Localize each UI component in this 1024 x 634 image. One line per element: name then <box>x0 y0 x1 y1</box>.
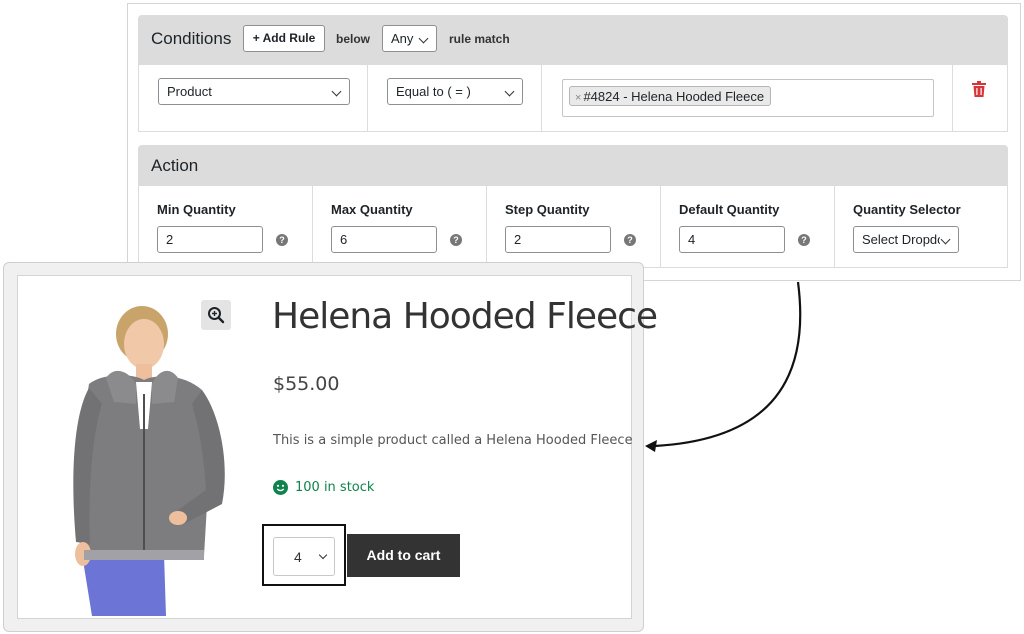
rule-match-label: rule match <box>449 32 510 46</box>
zoom-icon <box>208 307 225 324</box>
condition-operator-cell: Equal to ( = ) <box>368 65 542 131</box>
add-to-cart-button[interactable]: Add to cart <box>347 534 460 577</box>
stock-status: 100 in stock <box>295 480 375 495</box>
quantity-selector-select[interactable]: Select Dropdown <box>853 226 959 253</box>
action-title: Action <box>151 156 199 175</box>
condition-field-select[interactable]: Product <box>158 78 350 105</box>
default-quantity-field: Default Quantity 4 ? <box>661 186 835 267</box>
help-icon[interactable]: ? <box>624 234 636 246</box>
help-icon[interactable]: ? <box>798 234 810 246</box>
product-title: Helena Hooded Fleece <box>272 296 658 337</box>
condition-field-cell: Product <box>139 65 368 131</box>
quantity-dropdown[interactable]: 4 <box>273 537 335 576</box>
quantity-selector-value: Select Dropdown <box>862 232 940 247</box>
chevron-down-icon <box>418 33 429 44</box>
below-label: below <box>336 32 371 46</box>
max-quantity-field: Max Quantity 6 ? <box>313 186 487 267</box>
chevron-down-icon <box>504 86 515 97</box>
smiley-icon <box>273 480 288 495</box>
help-icon[interactable]: ? <box>276 234 288 246</box>
product-image[interactable] <box>44 304 230 616</box>
action-fields-row: Min Quantity 2 ? Max Quantity 6 ? Step Q… <box>138 186 1008 268</box>
match-type-value: Any <box>391 31 414 46</box>
help-icon[interactable]: ? <box>450 234 462 246</box>
quantity-rule-panel: Conditions + Add Rule below Any rule mat… <box>127 3 1021 281</box>
chevron-down-icon <box>331 86 342 97</box>
condition-field-value: Product <box>167 84 212 99</box>
match-type-select[interactable]: Any <box>382 25 437 52</box>
product-price: $55.00 <box>273 373 340 395</box>
max-quantity-input[interactable]: 6 <box>331 226 437 253</box>
condition-operator-select[interactable]: Equal to ( = ) <box>387 78 523 105</box>
step-quantity-label: Step Quantity <box>505 202 590 217</box>
conditions-title: Conditions <box>151 29 232 48</box>
trash-icon[interactable] <box>972 81 986 97</box>
product-tag-label: #4824 - Helena Hooded Fleece <box>583 89 765 104</box>
quantity-value: 4 <box>294 549 302 565</box>
product-card: Helena Hooded Fleece $55.00 This is a si… <box>17 275 658 619</box>
add-rule-button[interactable]: + Add Rule <box>243 25 325 52</box>
condition-value-cell: × #4824 - Helena Hooded Fleece <box>542 65 953 131</box>
min-quantity-field: Min Quantity 2 ? <box>139 186 313 267</box>
default-quantity-label: Default Quantity <box>679 202 780 217</box>
product-preview: Helena Hooded Fleece $55.00 This is a si… <box>3 262 658 632</box>
chevron-down-icon <box>940 234 951 245</box>
tag-remove-icon[interactable]: × <box>575 92 581 104</box>
product-description: This is a simple product called a Helena… <box>273 433 633 448</box>
min-quantity-input[interactable]: 2 <box>157 226 263 253</box>
chevron-down-icon <box>318 550 328 560</box>
zoom-button[interactable] <box>201 300 231 330</box>
product-tag: × #4824 - Helena Hooded Fleece <box>569 86 772 106</box>
condition-operator-value: Equal to ( = ) <box>396 84 471 99</box>
quantity-selector-field: Quantity Selector Select Dropdown <box>835 186 1008 267</box>
conditions-header: Conditions + Add Rule below Any rule mat… <box>138 15 1008 65</box>
step-quantity-field: Step Quantity 2 ? <box>487 186 661 267</box>
min-quantity-label: Min Quantity <box>157 202 236 217</box>
product-tag-input[interactable]: × #4824 - Helena Hooded Fleece <box>562 79 934 117</box>
max-quantity-label: Max Quantity <box>331 202 413 217</box>
step-quantity-input[interactable]: 2 <box>505 226 611 253</box>
quantity-selector-label: Quantity Selector <box>853 202 961 217</box>
action-header: Action <box>138 145 1008 186</box>
condition-rule-row: Product Equal to ( = ) × #4824 - Helena H… <box>138 65 1008 132</box>
default-quantity-input[interactable]: 4 <box>679 226 785 253</box>
quantity-highlight-box: 4 <box>262 524 346 586</box>
